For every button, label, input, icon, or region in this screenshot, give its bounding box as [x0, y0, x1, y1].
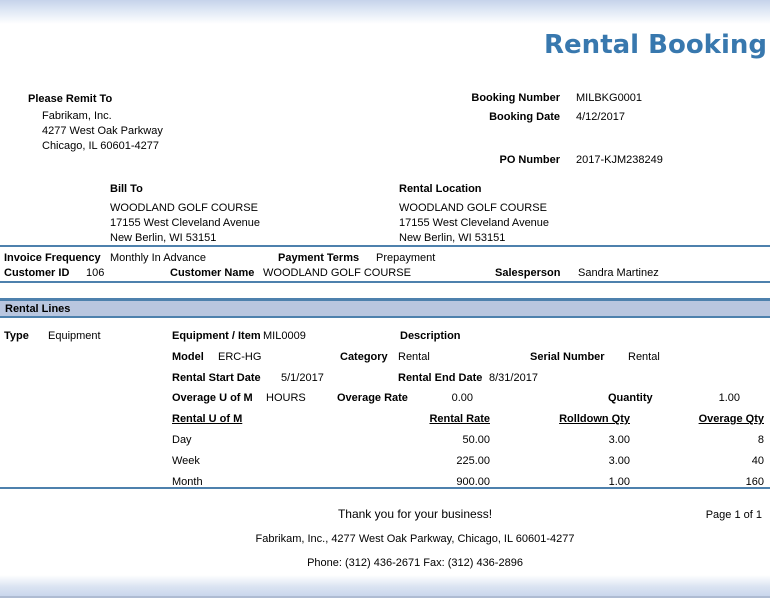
bill-to-line-2: 17155 West Cleveland Avenue [110, 216, 260, 230]
bill-to-label: Bill To [110, 182, 143, 196]
model-value: ERC-HG [218, 350, 261, 364]
divider-terms-bottom [0, 281, 770, 283]
type-value: Equipment [48, 329, 101, 343]
rental-start-date-label: Rental Start Date [172, 371, 261, 385]
equipment-item-value: MIL0009 [263, 329, 306, 343]
rental-location-line-3: New Berlin, WI 53151 [399, 231, 505, 245]
customer-id-value: 106 [86, 266, 104, 280]
bill-to-line-3: New Berlin, WI 53151 [110, 231, 216, 245]
customer-id-label: Customer ID [4, 266, 69, 280]
footer-company-line: Fabrikam, Inc., 4277 West Oak Parkway, C… [100, 532, 730, 546]
rate-row2-overage: 40 [664, 454, 764, 468]
payment-terms-value: Prepayment [376, 251, 435, 265]
rate-table-header-uofm: Rental U of M [172, 412, 242, 426]
rate-table-header-overage: Overage Qty [664, 412, 764, 426]
po-number-value: 2017-KJM238249 [576, 153, 663, 167]
page-title: Rental Booking [544, 30, 767, 60]
category-value: Rental [398, 350, 430, 364]
remit-to-label: Please Remit To [28, 92, 112, 106]
footer-thanks: Thank you for your business! [100, 507, 730, 521]
payment-terms-label: Payment Terms [278, 251, 359, 265]
remit-line-2: 4277 West Oak Parkway [42, 124, 163, 138]
rental-lines-section-header: Rental Lines [0, 298, 770, 318]
overage-uofm-label: Overage U of M [172, 391, 253, 405]
rate-row1-rolldown: 3.00 [530, 433, 630, 447]
booking-number-label: Booking Number [380, 91, 560, 105]
divider-bottom [0, 487, 770, 489]
rate-row1-uofm: Day [172, 433, 192, 447]
rate-row2-uofm: Week [172, 454, 200, 468]
rate-row2-rolldown: 3.00 [530, 454, 630, 468]
rate-row1-rate: 50.00 [390, 433, 490, 447]
rental-lines-section-title: Rental Lines [5, 303, 70, 315]
booking-date-label: Booking Date [380, 110, 560, 124]
footer-phone-line: Phone: (312) 436-2671 Fax: (312) 436-289… [100, 556, 730, 570]
invoice-frequency-label: Invoice Frequency [4, 251, 101, 265]
bottom-gradient-band [0, 575, 770, 598]
rental-booking-report: Rental Booking Please Remit To Fabrikam,… [0, 0, 770, 598]
rate-row1-overage: 8 [664, 433, 764, 447]
top-gradient-band [0, 0, 770, 24]
salesperson-label: Salesperson [495, 266, 560, 280]
invoice-frequency-value: Monthly In Advance [110, 251, 206, 265]
model-label: Model [172, 350, 204, 364]
equipment-item-label: Equipment / Item [172, 329, 261, 343]
serial-number-label: Serial Number [530, 350, 605, 364]
booking-date-value: 4/12/2017 [576, 110, 625, 124]
rental-start-date-value: 5/1/2017 [281, 371, 324, 385]
type-label: Type [4, 329, 29, 343]
quantity-label: Quantity [608, 391, 653, 405]
divider-top [0, 245, 770, 247]
rate-table-header-rate: Rental Rate [390, 412, 490, 426]
salesperson-value: Sandra Martinez [578, 266, 659, 280]
remit-line-1: Fabrikam, Inc. [42, 109, 112, 123]
rate-table-header-rolldown: Rolldown Qty [530, 412, 630, 426]
category-label: Category [340, 350, 388, 364]
customer-name-label: Customer Name [170, 266, 254, 280]
customer-name-value: WOODLAND GOLF COURSE [263, 266, 411, 280]
rental-end-date-label: Rental End Date [398, 371, 482, 385]
overage-rate-value: 0.00 [390, 391, 473, 405]
rate-row2-rate: 225.00 [390, 454, 490, 468]
po-number-label: PO Number [380, 153, 560, 167]
footer-page-number: Page 1 of 1 [642, 508, 762, 522]
serial-number-value: Rental [628, 350, 660, 364]
rental-location-line-2: 17155 West Cleveland Avenue [399, 216, 549, 230]
booking-number-value: MILBKG0001 [576, 91, 642, 105]
bill-to-line-1: WOODLAND GOLF COURSE [110, 201, 258, 215]
rental-location-label: Rental Location [399, 182, 482, 196]
rental-location-line-1: WOODLAND GOLF COURSE [399, 201, 547, 215]
quantity-value: 1.00 [660, 391, 740, 405]
description-label: Description [400, 329, 461, 343]
remit-line-3: Chicago, IL 60601-4277 [42, 139, 159, 153]
overage-uofm-value: HOURS [266, 391, 306, 405]
rental-end-date-value: 8/31/2017 [489, 371, 538, 385]
